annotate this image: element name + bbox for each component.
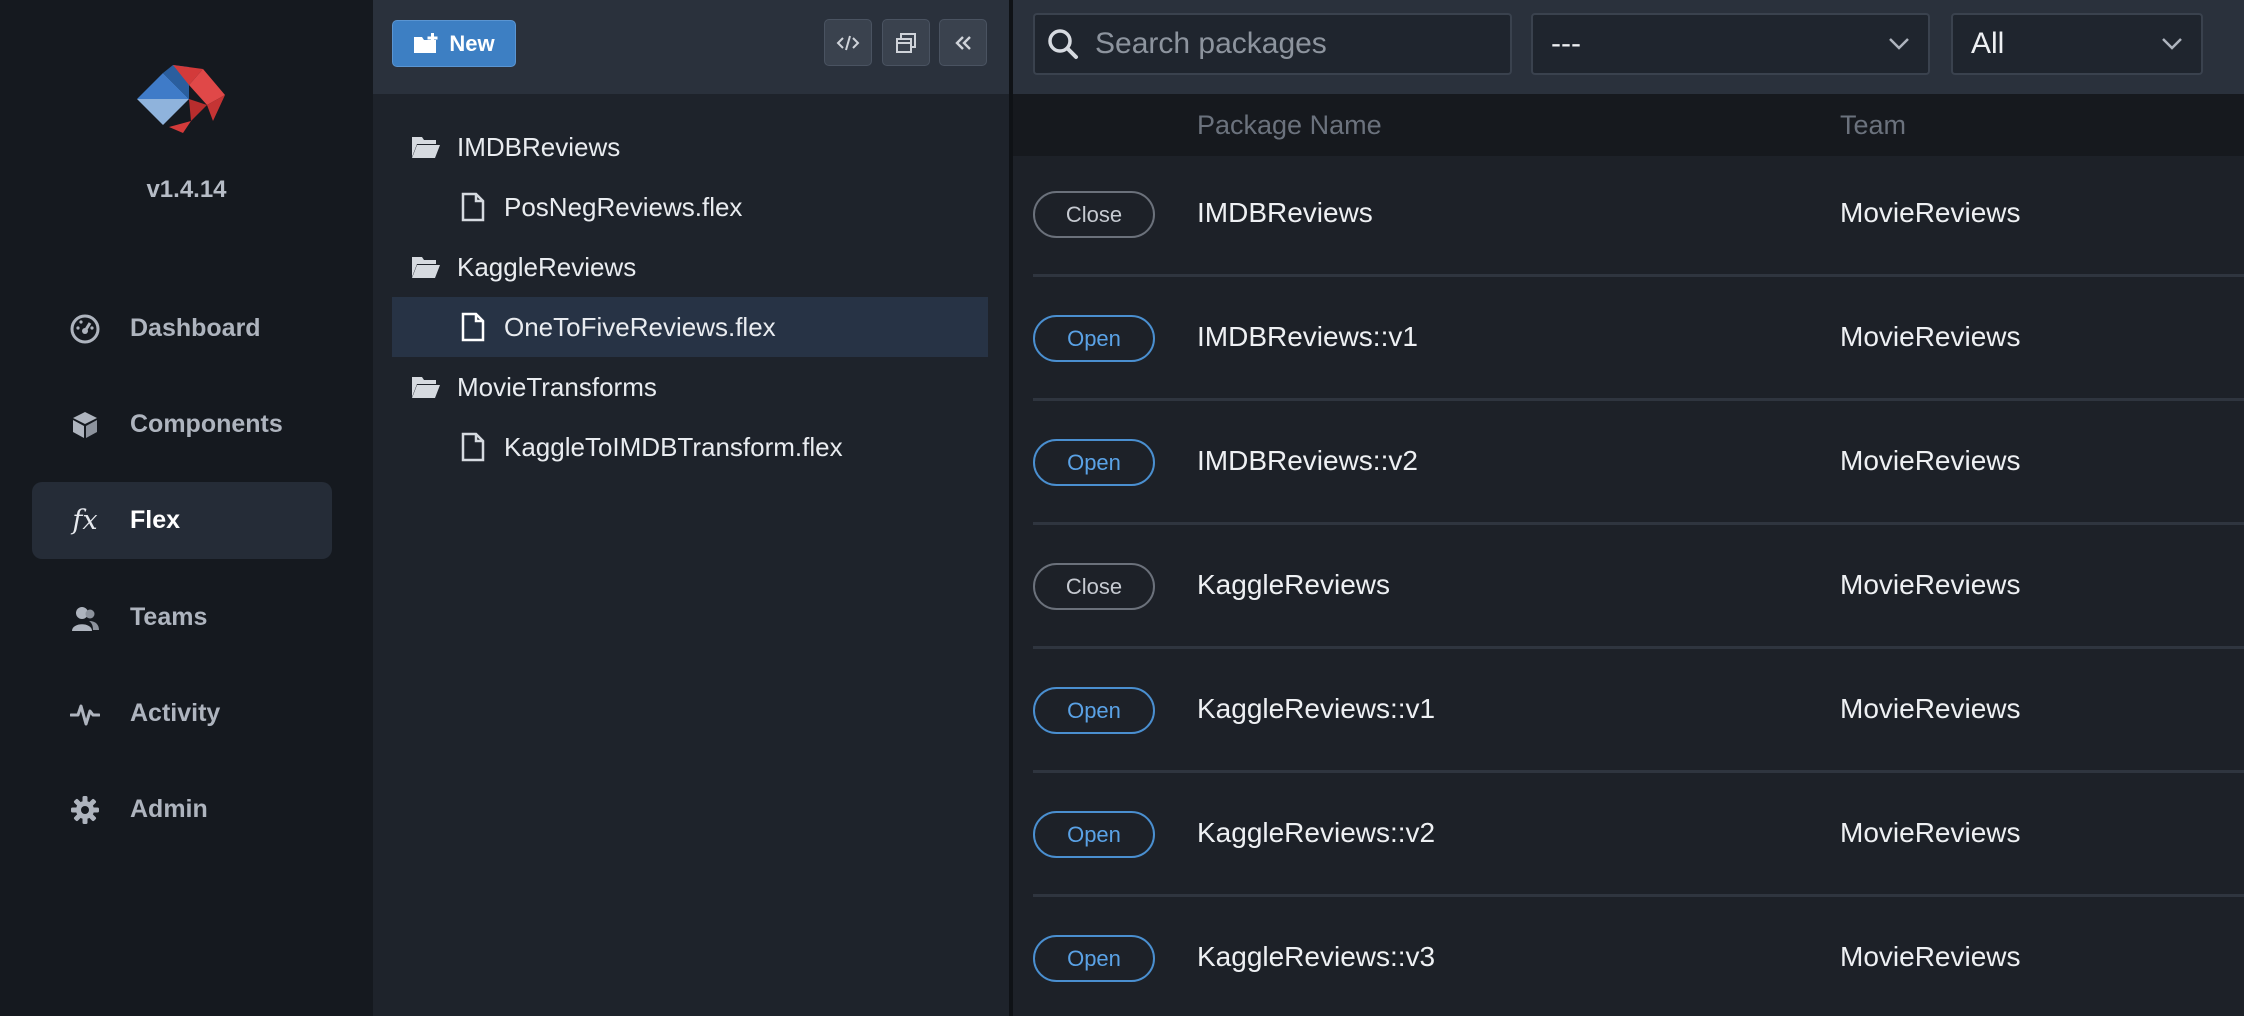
users-icon: [68, 601, 102, 635]
team-filter-select[interactable]: ---: [1531, 13, 1930, 75]
sidebar-nav: v1.4.14 Dashboard Components fx Flex Tea…: [0, 0, 373, 1016]
nav-item-admin[interactable]: Admin: [32, 771, 332, 848]
package-name: IMDBReviews::v1: [1197, 321, 1418, 352]
open-package-button[interactable]: Open: [1033, 811, 1155, 858]
package-name: KaggleReviews::v2: [1197, 817, 1436, 848]
open-package-button[interactable]: Open: [1033, 439, 1155, 486]
package-team: MovieReviews: [1840, 445, 2021, 476]
package-team: MovieReviews: [1840, 321, 2021, 352]
tree-file-label: KaggleToIMDBTransform.flex: [504, 431, 843, 462]
open-package-button[interactable]: Open: [1033, 687, 1155, 734]
file-icon: [458, 432, 488, 462]
package-team: MovieReviews: [1840, 197, 2021, 228]
search-input[interactable]: [1095, 27, 1495, 61]
tree-folder[interactable]: MovieTransforms: [392, 357, 988, 417]
search-box[interactable]: [1033, 13, 1512, 75]
table-row: Close KaggleReviews MovieReviews: [1033, 525, 2244, 649]
package-team: MovieReviews: [1840, 569, 2021, 600]
gear-icon: [68, 793, 102, 827]
nav-label-admin: Admin: [130, 795, 208, 823]
file-tree-panel: New IMDBReviews PosNegReviews.flex Kaggl…: [373, 0, 1009, 1016]
column-header-package-name[interactable]: Package Name: [1197, 110, 1382, 141]
table-row: Open IMDBReviews::v2 MovieReviews: [1033, 401, 2244, 525]
tree-folder[interactable]: KaggleReviews: [392, 237, 988, 297]
tree-file[interactable]: KaggleToIMDBTransform.flex: [392, 417, 988, 477]
collapse-icon: [955, 35, 971, 50]
copy-button[interactable]: [882, 19, 930, 66]
package-team: MovieReviews: [1840, 817, 2021, 848]
table-header: Package Name Team: [1013, 94, 2244, 156]
package-name: KaggleReviews: [1197, 569, 1390, 600]
team-filter-value: ---: [1551, 27, 1581, 60]
pulse-icon: [68, 697, 102, 731]
table-row: Close IMDBReviews MovieReviews: [1033, 153, 2244, 277]
package-name: KaggleReviews::v1: [1197, 693, 1436, 724]
new-button-label: New: [449, 30, 495, 56]
new-folder-icon: [414, 32, 438, 53]
table-row: Open KaggleReviews::v1 MovieReviews: [1033, 649, 2244, 773]
app-version: v1.4.14: [146, 176, 227, 203]
tree-folder-label: KaggleReviews: [457, 251, 637, 282]
nav-label-components: Components: [130, 410, 283, 438]
nav-label-teams: Teams: [130, 603, 208, 631]
tree-file-selected[interactable]: OneToFiveReviews.flex: [392, 297, 988, 357]
tree-file-label: OneToFiveReviews.flex: [504, 311, 776, 342]
nav-item-dashboard[interactable]: Dashboard: [32, 290, 332, 367]
package-team: MovieReviews: [1840, 941, 2021, 972]
nav-item-components[interactable]: Components: [32, 386, 332, 463]
package-name: IMDBReviews: [1197, 197, 1373, 228]
file-tree-toolbar: New: [373, 0, 1009, 94]
cube-icon: [68, 408, 102, 442]
tree-folder[interactable]: IMDBReviews: [392, 117, 988, 177]
tree-file[interactable]: PosNegReviews.flex: [392, 177, 988, 237]
table-row: Open IMDBReviews::v1 MovieReviews: [1033, 277, 2244, 401]
open-package-button[interactable]: Open: [1033, 315, 1155, 362]
close-package-button[interactable]: Close: [1033, 191, 1155, 238]
nav-label-flex: Flex: [130, 506, 181, 534]
nav-item-activity[interactable]: Activity: [32, 675, 332, 752]
package-team: MovieReviews: [1840, 693, 2021, 724]
chevron-down-icon: [1889, 38, 1909, 50]
status-filter-value: All: [1971, 27, 2005, 60]
tree-folder-label: MovieTransforms: [457, 371, 657, 402]
search-icon: [1048, 29, 1078, 59]
table-row: Open KaggleReviews::v2 MovieReviews: [1033, 773, 2244, 897]
collapse-panel-button[interactable]: [939, 19, 987, 66]
package-name: KaggleReviews::v3: [1197, 941, 1436, 972]
tree-folder-label: IMDBReviews: [457, 131, 621, 162]
nav-label-dashboard: Dashboard: [130, 314, 261, 342]
nav-item-teams[interactable]: Teams: [32, 579, 332, 656]
nav-label-activity: Activity: [130, 699, 221, 727]
folder-open-icon: [411, 253, 441, 281]
close-package-button[interactable]: Close: [1033, 563, 1155, 610]
tree-file-label: PosNegReviews.flex: [504, 191, 743, 222]
folder-open-icon: [411, 373, 441, 401]
folder-open-icon: [411, 133, 441, 161]
package-name: IMDBReviews::v2: [1197, 445, 1418, 476]
packages-toolbar: --- All: [1013, 0, 2244, 94]
packages-panel: --- All Package Name Team Close IMDBRevi…: [1013, 0, 2244, 1016]
chevron-down-icon: [2162, 38, 2182, 50]
code-view-button[interactable]: [824, 19, 872, 66]
copy-icon: [896, 32, 916, 53]
status-filter-select[interactable]: All: [1951, 13, 2203, 75]
open-package-button[interactable]: Open: [1033, 935, 1155, 982]
file-icon: [458, 192, 488, 222]
column-header-team[interactable]: Team: [1840, 110, 1906, 141]
nav-item-flex[interactable]: fx Flex: [32, 482, 332, 559]
table-row: Open KaggleReviews::v3 MovieReviews: [1033, 897, 2244, 1016]
code-icon: [836, 35, 860, 50]
gauge-icon: [68, 312, 102, 346]
fx-icon: fx: [72, 505, 98, 536]
file-icon: [458, 312, 488, 342]
new-button[interactable]: New: [392, 20, 516, 67]
app-logo[interactable]: [133, 65, 229, 133]
